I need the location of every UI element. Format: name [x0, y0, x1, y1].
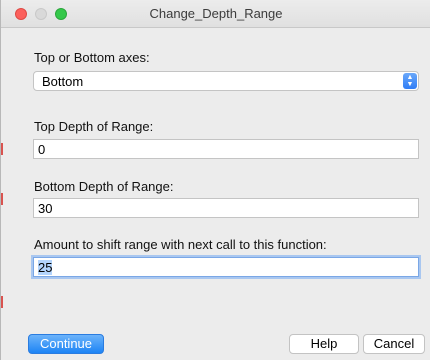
continue-button[interactable]: Continue [28, 334, 104, 354]
edge-marker [1, 296, 3, 308]
bottom-depth-value: 30 [38, 201, 53, 216]
dialog-window: Change_Depth_Range Top or Bottom axes: B… [0, 0, 430, 360]
cancel-button[interactable]: Cancel [363, 334, 425, 354]
axes-label: Top or Bottom axes: [34, 50, 150, 65]
top-depth-label: Top Depth of Range: [34, 119, 154, 134]
title-bar[interactable]: Change_Depth_Range [1, 0, 430, 28]
bottom-depth-field[interactable]: 30 [33, 198, 419, 218]
window-title: Change_Depth_Range [149, 6, 283, 21]
bottom-depth-label: Bottom Depth of Range: [34, 179, 174, 194]
edge-marker [1, 143, 3, 155]
shift-amount-value: 25 [38, 260, 53, 275]
axes-select-value: Bottom [42, 74, 84, 89]
axes-select[interactable]: Bottom ▲ ▼ [33, 71, 419, 91]
top-depth-value: 0 [38, 142, 46, 157]
shift-amount-field[interactable]: 25 [33, 257, 419, 277]
shift-amount-label: Amount to shift range with next call to … [34, 237, 327, 252]
edge-marker [1, 193, 3, 205]
help-button[interactable]: Help [289, 334, 359, 354]
top-depth-field[interactable]: 0 [33, 139, 419, 159]
chevron-up-down-icon[interactable]: ▲ ▼ [403, 73, 417, 89]
